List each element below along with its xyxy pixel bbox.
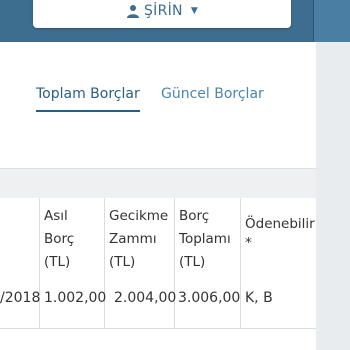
table-row: /2018 1.002,00 2.004,00 3.006,00 K, B [0,274,316,329]
tab-total-debts[interactable]: Toplam Borçlar [36,86,140,112]
column-header-principal: Asıl Borç (TL) [44,208,75,270]
user-menu-button[interactable]: ŞİRİN ▼ [33,0,291,28]
header-side-button[interactable] [313,0,350,42]
table-top-band [0,168,316,200]
cell-payable: K, B [245,290,273,306]
column-header-late-fee: Gecikme Zammı (TL) [109,208,169,270]
cell-principal: 1.002,00 [44,290,107,306]
table-header-row: Asıl Borç (TL) Gecikme Zammı (TL) Borç T… [0,198,316,275]
column-divider [240,198,241,274]
column-divider [174,198,175,274]
caret-down-icon: ▼ [190,6,199,16]
column-divider [39,198,40,274]
tab-current-debts[interactable]: Güncel Borçlar [161,86,264,110]
side-strip [316,42,350,350]
cell-late-fee: 2.004,00 [114,290,177,306]
column-header-payable: Ödenebilir * [245,216,315,250]
tab-bar: Toplam Borçlar Güncel Borçlar [0,86,316,118]
column-divider [104,198,105,274]
cell-total: 3.006,00 [178,290,241,306]
column-header-total: Borç Toplamı (TL) [179,208,231,270]
person-icon [126,5,139,18]
user-name: ŞİRİN [143,3,183,19]
cell-date: /2018 [0,290,41,306]
